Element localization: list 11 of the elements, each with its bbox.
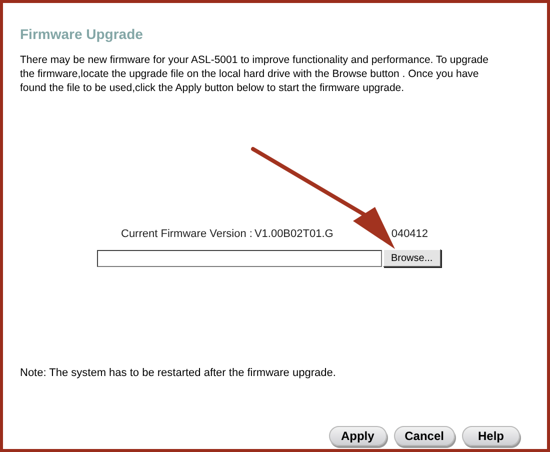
- version-label: Current Firmware Version :: [121, 227, 252, 241]
- intro-text: There may be new firmware for your ASL-5001 to improve functionality and performance. To upgrade the firmware,locate the upgrade file on the local hard drive with the Browse button . Once you have found the file to be used,click the Apply button below to start the firmware upgrade.: [20, 53, 490, 95]
- browse-button[interactable]: Browse...: [383, 249, 441, 267]
- note-text: Note: The system has to be restarted after the firmware upgrade.: [20, 366, 337, 380]
- version-value: 040412: [391, 227, 428, 241]
- file-path-field[interactable]: [97, 250, 382, 266]
- action-button[interactable]: Help: [462, 426, 520, 446]
- version-value: V1.00B02T01.G: [254, 227, 334, 241]
- page-title: Firmware Upgrade: [20, 25, 144, 43]
- action-button[interactable]: Apply: [328, 426, 387, 446]
- action-button[interactable]: Cancel: [394, 426, 455, 446]
